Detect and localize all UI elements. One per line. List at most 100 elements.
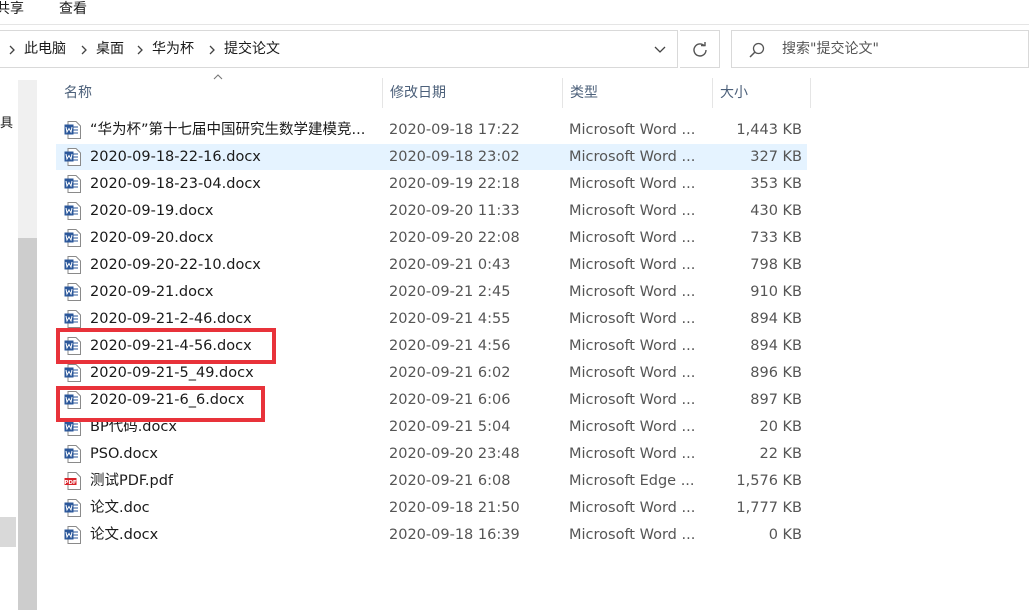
file-row[interactable]: PDF 测试PDF.pdf 2020-09-21 6:08 Microsoft Edg… (56, 468, 807, 494)
file-modified-date: 2020-09-18 21:50 (389, 500, 520, 516)
file-name: 论文.docx (90, 527, 159, 543)
file-type: Microsoft Word ... (569, 149, 696, 165)
breadcrumb-desktop[interactable]: 桌面 (96, 40, 124, 58)
ribbon: 共享 查看 (0, 0, 1029, 24)
file-size: 20 KB (759, 419, 802, 435)
nav-selected-item[interactable] (0, 517, 16, 547)
file-type: Microsoft Word ... (569, 392, 696, 408)
file-type: Microsoft Word ... (569, 122, 696, 138)
address-bar[interactable]: 此电脑 桌面 华为杯 提交论文 (0, 30, 678, 68)
file-modified-date: 2020-09-20 22:08 (389, 230, 520, 246)
file-row[interactable]: 2020-09-18-22-16.docx 2020-09-18 23:02 Mic… (56, 144, 807, 170)
nav-item-label[interactable]: 具 (0, 112, 13, 131)
file-size: 1,576 KB (736, 473, 802, 489)
chevron-right-icon[interactable] (6, 44, 18, 56)
word-doc-icon (64, 229, 81, 247)
file-type: Microsoft Word ... (569, 446, 696, 462)
chevron-right-icon[interactable] (134, 44, 146, 56)
file-type: Microsoft Word ... (569, 230, 696, 246)
file-modified-date: 2020-09-18 23:02 (389, 149, 520, 165)
file-name: 2020-09-19.docx (90, 203, 214, 219)
file-type: Microsoft Word ... (569, 176, 696, 192)
column-header-size[interactable]: 大小 (712, 78, 810, 108)
search-icon (749, 42, 765, 58)
highlight-box (56, 328, 276, 364)
file-type: Microsoft Word ... (569, 419, 696, 435)
file-size: 798 KB (750, 257, 802, 273)
file-size: 897 KB (750, 392, 802, 408)
word-doc-icon (64, 310, 81, 328)
file-type: Microsoft Word ... (569, 527, 696, 543)
breadcrumb-huaweibei[interactable]: 华为杯 (152, 40, 194, 58)
column-header-name[interactable]: 名称 (56, 78, 382, 108)
file-modified-date: 2020-09-21 6:08 (389, 473, 511, 489)
file-type: Microsoft Edge ... (569, 473, 695, 489)
file-modified-date: 2020-09-21 0:43 (389, 257, 511, 273)
file-modified-date: 2020-09-21 6:06 (389, 392, 511, 408)
file-row[interactable]: 论文.docx 2020-09-18 16:39 Microsoft Word ..… (56, 522, 807, 548)
file-size: 910 KB (750, 284, 802, 300)
file-modified-date: 2020-09-18 17:22 (389, 122, 520, 138)
refresh-button[interactable] (680, 30, 720, 68)
file-name: 2020-09-20-22-10.docx (90, 257, 261, 273)
search-input[interactable]: 搜索"提交论文" (731, 30, 1029, 68)
file-size: 22 KB (759, 446, 802, 462)
chevron-right-icon[interactable] (78, 44, 90, 56)
file-size: 0 KB (768, 527, 802, 543)
navigation-pane: 具 (0, 72, 38, 610)
file-type: Microsoft Word ... (569, 203, 696, 219)
file-row[interactable]: “华为杯”第十七届中国研究生数学建模竞... 2020-09-18 17:22 Mi… (56, 117, 807, 143)
column-header-date[interactable]: 修改日期 (382, 78, 562, 108)
file-size: 1,777 KB (736, 500, 802, 516)
file-row[interactable]: 2020-09-20.docx 2020-09-20 22:08 Microsoft… (56, 225, 807, 251)
file-row[interactable]: 论文.doc 2020-09-18 21:50 Microsoft Word ...… (56, 495, 807, 521)
breadcrumb-this-pc[interactable]: 此电脑 (24, 40, 66, 58)
file-modified-date: 2020-09-19 22:18 (389, 176, 520, 192)
nav-scrollbar-thumb[interactable] (18, 238, 37, 610)
word-doc-icon (64, 148, 81, 166)
address-row: 此电脑 桌面 华为杯 提交论文 搜索"提交论文" (0, 30, 1029, 68)
column-divider[interactable] (810, 78, 811, 108)
chevron-right-icon[interactable] (206, 44, 218, 56)
file-row[interactable]: 2020-09-18-23-04.docx 2020-09-19 22:18 Mic… (56, 171, 807, 197)
chevron-down-icon[interactable] (648, 40, 672, 60)
ribbon-tab-share[interactable]: 共享 (0, 0, 24, 18)
file-size: 327 KB (750, 149, 802, 165)
file-name: 2020-09-21-2-46.docx (90, 311, 252, 327)
file-name: 测试PDF.pdf (90, 473, 174, 489)
file-name: “华为杯”第十七届中国研究生数学建模竞... (90, 122, 366, 138)
file-row[interactable]: 2020-09-20-22-10.docx 2020-09-21 0:43 Micr… (56, 252, 807, 278)
word-doc-icon (64, 121, 81, 139)
file-name: 2020-09-20.docx (90, 230, 214, 246)
file-row[interactable]: 2020-09-21.docx 2020-09-21 2:45 Microsoft … (56, 279, 807, 305)
file-size: 894 KB (750, 311, 802, 327)
file-name: 2020-09-21.docx (90, 284, 214, 300)
file-row[interactable]: PSO.docx 2020-09-20 23:48 Microsoft Word .… (56, 441, 807, 467)
ribbon-divider (0, 24, 1029, 25)
file-name: 2020-09-18-22-16.docx (90, 149, 261, 165)
word-doc-icon (64, 526, 81, 544)
pdf-icon: PDF (64, 472, 81, 490)
file-size: 896 KB (750, 365, 802, 381)
word-doc-icon (64, 256, 81, 274)
word-doc-icon (64, 283, 81, 301)
refresh-icon (693, 42, 707, 57)
breadcrumb-current-folder[interactable]: 提交论文 (224, 40, 280, 58)
file-size: 1,443 KB (736, 122, 802, 138)
file-modified-date: 2020-09-21 4:55 (389, 311, 511, 327)
word-doc-icon (64, 175, 81, 193)
file-name: PSO.docx (90, 446, 159, 462)
file-modified-date: 2020-09-21 4:56 (389, 338, 511, 354)
file-modified-date: 2020-09-18 16:39 (389, 527, 520, 543)
file-modified-date: 2020-09-21 5:04 (389, 419, 511, 435)
file-size: 733 KB (750, 230, 802, 246)
file-size: 894 KB (750, 338, 802, 354)
column-header-type[interactable]: 类型 (562, 78, 712, 108)
word-doc-icon (64, 445, 81, 463)
file-row[interactable]: 2020-09-19.docx 2020-09-20 11:33 Microsoft… (56, 198, 807, 224)
svg-text:PDF: PDF (64, 480, 77, 486)
word-doc-icon (64, 364, 81, 382)
word-doc-icon (64, 202, 81, 220)
file-type: Microsoft Word ... (569, 338, 696, 354)
ribbon-tab-view[interactable]: 查看 (59, 0, 87, 18)
